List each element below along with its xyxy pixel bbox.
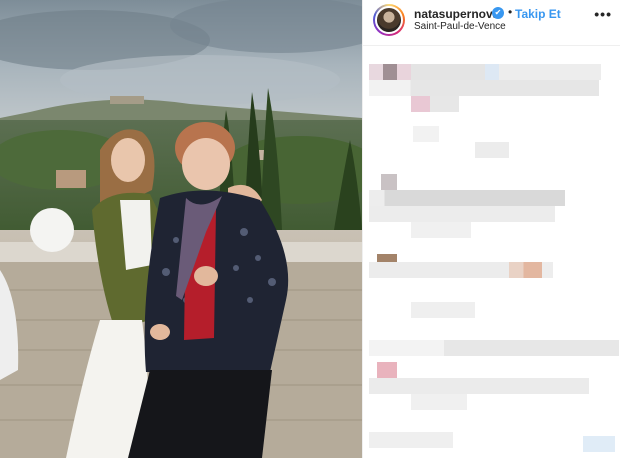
comment-pixelated <box>369 340 619 356</box>
comment-pixelated <box>475 142 509 158</box>
comment-pixelated <box>583 436 615 452</box>
comment-pixelated <box>369 432 453 448</box>
post-sidebar: natasupernova ✔ • Takip Et Saint-Paul-de… <box>362 0 620 458</box>
post-photo[interactable] <box>0 0 362 458</box>
comment-pixelated <box>369 206 555 222</box>
follow-button[interactable]: Takip Et <box>515 7 561 21</box>
username-link[interactable]: natasupernova <box>414 7 499 21</box>
comment-pixelated <box>413 126 439 142</box>
separator-dot: • <box>508 5 513 19</box>
comment-pixelated <box>411 222 471 238</box>
comment-pixelated <box>369 378 589 394</box>
comment-pixelated <box>411 302 475 318</box>
comment-pixelated <box>377 362 397 378</box>
comment-pixelated <box>411 394 467 410</box>
avatar[interactable] <box>375 6 403 34</box>
comment-pixelated <box>381 174 397 190</box>
comment-pixelated <box>369 190 565 206</box>
comment-pixelated <box>369 64 601 80</box>
post-header: natasupernova ✔ • Takip Et Saint-Paul-de… <box>363 0 620 46</box>
verified-badge-icon: ✔ <box>492 7 504 19</box>
story-ring[interactable] <box>373 4 405 36</box>
photo-illustration <box>0 0 362 458</box>
more-options-icon[interactable]: ••• <box>594 7 612 21</box>
comment-pixelated <box>369 80 599 96</box>
location-link[interactable]: Saint-Paul-de-Vence <box>414 21 506 32</box>
comment-pixelated <box>411 96 459 112</box>
comment-pixelated <box>369 262 553 278</box>
